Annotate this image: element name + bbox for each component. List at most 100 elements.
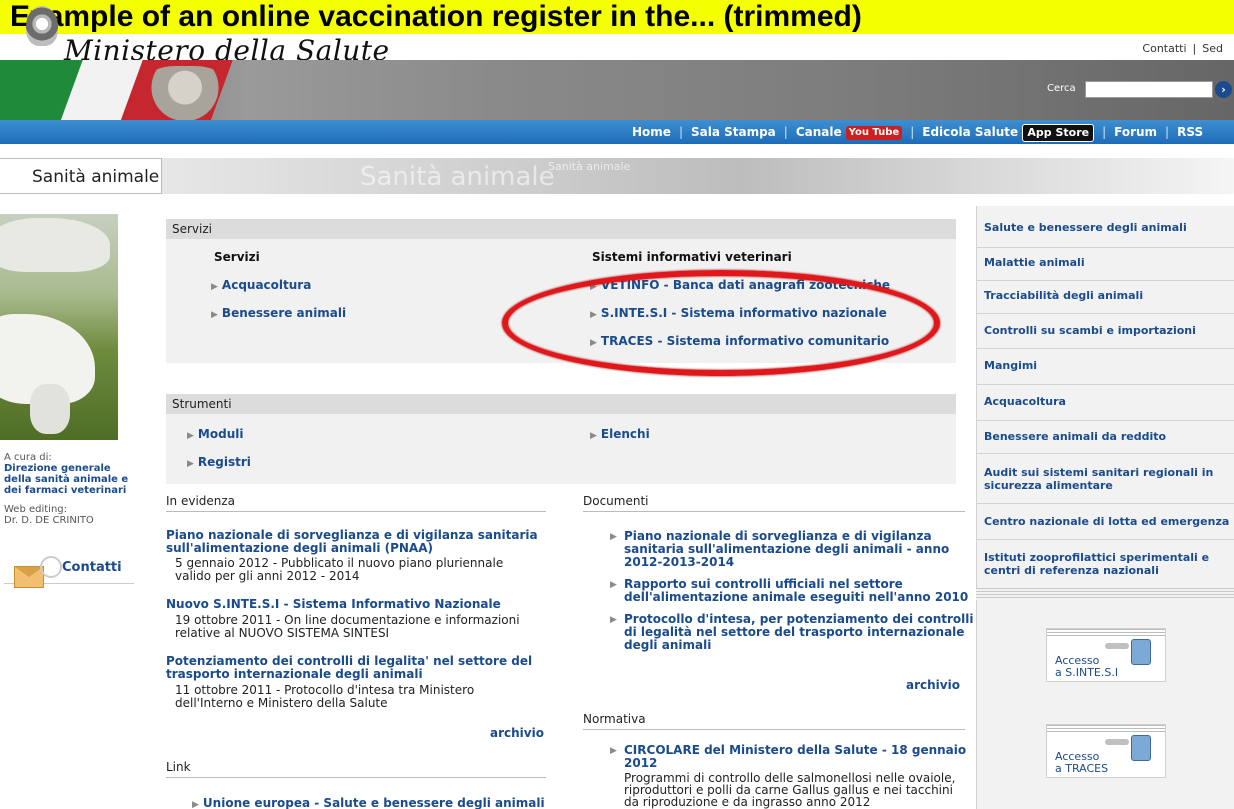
access-line: a S.INTE.S.I (1055, 666, 1119, 679)
caption-band: Example of an online vaccination registe… (0, 0, 1234, 34)
news-title-line: trasporto internazionale degli animali (166, 667, 423, 681)
nav-separator: | (910, 125, 915, 139)
section-watermark: Sanità animale (360, 162, 555, 192)
app-store-icon[interactable]: App Store (1022, 124, 1095, 142)
servizi-col-title: Servizi (214, 250, 260, 264)
normativa-desc: Programmi di controllo delle salmonellos… (624, 772, 955, 808)
link-registri-label: Registri (197, 455, 251, 469)
sidebar-item-controlli[interactable]: Controlli su scambi e importazioni (976, 314, 1234, 349)
access-traces-button[interactable]: Accesso a TRACES (1046, 724, 1166, 778)
arrow-right-icon: ▶ (192, 800, 199, 809)
doc-line: dell'alimentazione animale eseguiti nell… (624, 590, 969, 604)
nav-separator: | (783, 125, 788, 139)
news-title-line: sull'alimentazione degli animali (PNAA) (166, 541, 433, 555)
nav-separator: | (1165, 125, 1170, 139)
web-editor-name: Dr. D. DE CRINITO (4, 515, 94, 526)
doc-link[interactable]: ▶ Piano nazionale di sorveglianza e di vi… (610, 530, 949, 569)
documenti-archivio-link[interactable]: archivio (906, 678, 960, 692)
contatti-link[interactable]: Contatti (62, 560, 122, 575)
news-desc: 19 ottobre 2011 - On line documentazione… (175, 614, 520, 640)
strumenti-body (166, 414, 956, 484)
direzione-line-2[interactable]: della sanità animale e (4, 474, 128, 485)
strumenti-header: Strumenti (166, 394, 956, 414)
search-input[interactable] (1085, 81, 1213, 98)
link-unione-europea-label: Unione europea - Salute e benessere degl… (202, 796, 545, 809)
sidebar-item-line: sicurezza alimentare (984, 479, 1113, 492)
link-acquacoltura[interactable]: ▶ Acquacoltura (211, 278, 311, 292)
news-desc-line: dell'Interno e Ministero della Salute (175, 696, 388, 710)
nav-separator: | (1102, 125, 1107, 139)
contatti-box[interactable]: Contatti (4, 552, 134, 588)
normativa-link[interactable]: ▶ CIRCOLARE del Ministero della Salute - … (610, 744, 966, 770)
sidebar-item-benessere-reddito[interactable]: Benessere animali da reddito (976, 421, 1234, 454)
sidebar-item-centro-nazionale[interactable]: Centro nazionale di lotta ed emergenza (976, 504, 1234, 540)
evidenza-archivio-link[interactable]: archivio (490, 726, 544, 740)
sidebar-item-malattie[interactable]: Malattie animali (976, 248, 1234, 281)
nav-rss[interactable]: RSS (1177, 120, 1203, 144)
top-links: Contatti | Sed (1139, 42, 1226, 55)
normativa-desc-line: da riproduzione e da ingrasso anno 2012 (624, 795, 871, 809)
ministry-emblem (26, 6, 58, 46)
doc-link[interactable]: ▶ Rapporto sui controlli ufficiali nel se… (610, 578, 969, 604)
link-moduli-label: Moduli (197, 427, 244, 441)
link-unione-europea[interactable]: ▶ Unione europea - Salute e benessere deg… (192, 796, 545, 809)
key-icon (1105, 739, 1129, 745)
main-nav: Home | Sala Stampa | Canale You Tube | Edicola … (0, 120, 1234, 144)
sidebar-item-salute-benessere[interactable]: Salute e benessere degli animali (976, 212, 1234, 248)
access-sintesi-button[interactable]: Accesso a S.INTE.S.I (1046, 628, 1166, 682)
key-icon (1105, 643, 1129, 649)
nav-forum[interactable]: Forum (1114, 120, 1157, 144)
sidebar-item-line: Audit sui sistemi sanitari regionali in (984, 466, 1214, 479)
nav-canale[interactable]: Canale You Tube (796, 120, 903, 144)
direzione-line-1[interactable]: Direzione generale (4, 463, 128, 474)
top-link-sedi[interactable]: Sed (1202, 42, 1223, 55)
web-editing-label: Web editing: (4, 504, 68, 515)
link-moduli[interactable]: ▶ Moduli (187, 427, 243, 441)
left-info: A cura di: Direzione generale della sani… (4, 452, 128, 526)
direzione-line-3[interactable]: dei farmaci veterinari (4, 485, 128, 496)
link-elenchi-label: Elenchi (600, 427, 650, 441)
search-go-icon[interactable]: › (1215, 81, 1232, 98)
nav-separator: | (678, 125, 683, 139)
sidebar-item-audit[interactable]: Audit sui sistemi sanitari regionali in s… (976, 454, 1234, 504)
arrow-right-icon: ▶ (211, 282, 218, 292)
news-desc: 11 ottobre 2011 - Protocollo d'intesa tr… (175, 684, 474, 710)
news-title[interactable]: Potenziamento dei controlli di legalita'… (166, 655, 532, 681)
normativa-header: Normativa (583, 712, 965, 730)
doc-line: 2012-2013-2014 (624, 555, 735, 569)
sidebar-item-acquacoltura[interactable]: Acquacoltura (976, 385, 1234, 421)
nav-sala-stampa[interactable]: Sala Stampa (691, 120, 776, 144)
access-traces-label: Accesso a TRACES (1055, 751, 1108, 775)
arrow-right-icon: ▶ (590, 431, 597, 441)
doc-link[interactable]: ▶ Protocollo d'intesa, per potenziamento … (610, 613, 974, 652)
arrow-right-icon: ▶ (610, 746, 617, 756)
link-registri[interactable]: ▶ Registri (187, 455, 251, 469)
link-acquacoltura-label: Acquacoltura (221, 278, 312, 292)
sidebar-item-tracciabilita[interactable]: Tracciabilità degli animali (976, 281, 1234, 314)
news-title-line: Nuovo S.INTE.S.I - Sistema Informativo N… (166, 597, 501, 611)
sidebar-divider (976, 588, 1234, 600)
search-label: Cerca (1047, 83, 1076, 94)
link-benessere-animali[interactable]: ▶ Benessere animali (211, 306, 346, 320)
link-elenchi[interactable]: ▶ Elenchi (590, 427, 650, 441)
arrow-right-icon: ▶ (610, 615, 617, 625)
statue-image (140, 66, 230, 120)
access-line: a TRACES (1055, 762, 1109, 775)
news-title[interactable]: Piano nazionale di sorveglianza e di vig… (166, 529, 538, 555)
arrow-right-icon: ▶ (211, 310, 218, 320)
lock-icon (1131, 735, 1151, 761)
caption-text: Example of an online vaccination registe… (10, 0, 862, 33)
nav-home[interactable]: Home (632, 120, 671, 144)
nav-edicola-salute[interactable]: Edicola Salute (922, 120, 1018, 144)
link-header: Link (166, 760, 546, 778)
youtube-icon: You Tube (845, 126, 903, 140)
news-desc: 5 gennaio 2012 - Pubblicato il nuovo pia… (175, 557, 503, 583)
sidebar-item-istituti[interactable]: Istituti zooprofilattici sperimentali ec… (976, 540, 1234, 586)
link-benessere-animali-label: Benessere animali (221, 306, 347, 320)
sidebar-item-mangimi[interactable]: Mangimi (976, 349, 1234, 385)
cow-photo (0, 214, 118, 440)
arrow-right-icon: ▶ (187, 459, 194, 469)
top-link-contatti[interactable]: Contatti (1142, 42, 1186, 55)
a-cura-di-label: A cura di: (4, 452, 52, 463)
news-title[interactable]: Nuovo S.INTE.S.I - Sistema Informativo N… (166, 598, 501, 611)
